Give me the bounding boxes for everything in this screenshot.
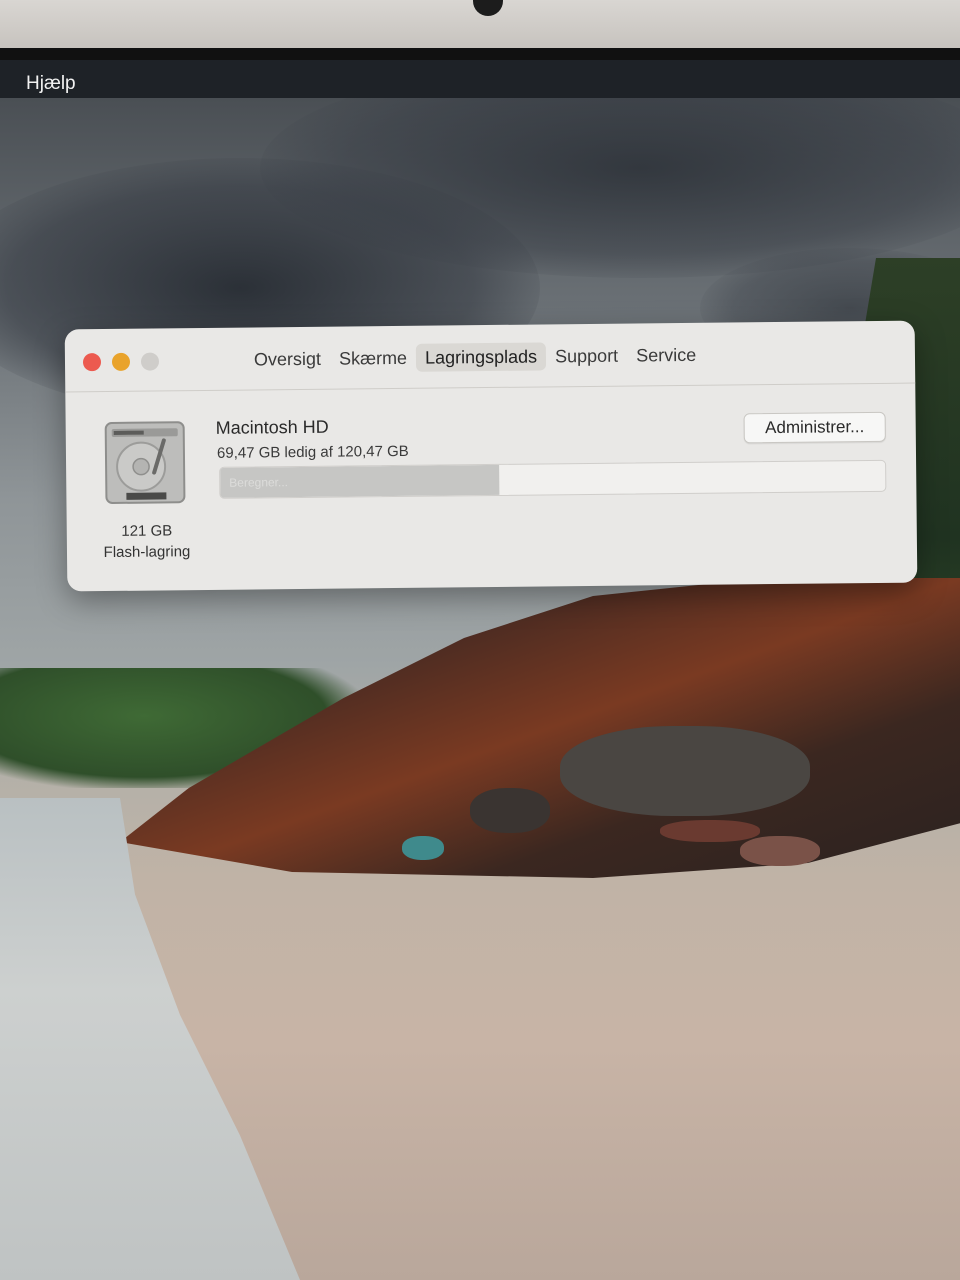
menu-item-help[interactable]: Hjælp [26,73,76,95]
tab-service[interactable]: Service [627,341,705,370]
tab-displays[interactable]: Skærme [330,344,416,373]
tab-bar: Oversigt Skærme Lagringsplads Support Se… [245,341,705,374]
tab-storage[interactable]: Lagringsplads [415,342,547,372]
hard-drive-icon [104,421,186,504]
wallpaper-rock [660,820,760,842]
camera-icon [473,0,503,16]
zoom-button[interactable] [140,352,160,371]
volume-free-space: 69,47 GB ledig af 120,47 GB [216,442,409,462]
wallpaper-rock [740,836,820,866]
wallpaper-water [0,798,300,1280]
storage-panel: 121 GB Flash-lagring Macintosh HD 69,47 … [65,383,917,592]
tab-overview[interactable]: Oversigt [245,345,330,374]
menu-bar: Hjælp [0,60,960,98]
disk-capacity-label: 121 GB [121,522,173,540]
storage-usage-status: Beregner... [229,475,289,490]
system-information-window: Oversigt Skærme Lagringsplads Support Se… [64,320,918,592]
wallpaper-rock [470,788,550,833]
wallpaper-rock [560,726,810,816]
close-button[interactable] [82,353,102,372]
window-titlebar: Oversigt Skærme Lagringsplads Support Se… [64,320,916,393]
disk-type-label: Flash-lagring [103,543,191,562]
tab-support[interactable]: Support [546,342,627,371]
desktop-wallpaper [0,98,960,1280]
manage-button[interactable]: Administrer... [743,411,886,444]
volume-name: Macintosh HD [215,416,329,438]
minimize-button[interactable] [111,352,131,371]
storage-usage-bar: Beregner... [219,459,887,499]
wallpaper-rock [402,836,444,860]
